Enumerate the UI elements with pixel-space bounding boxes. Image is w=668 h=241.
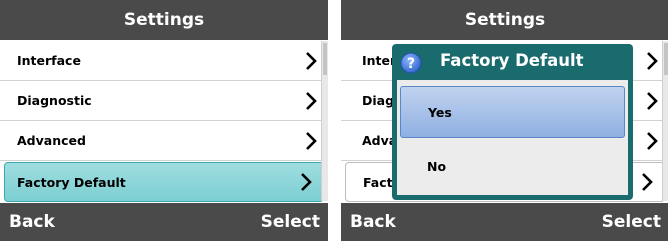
select-button[interactable]: Select [261, 212, 320, 232]
chevron-right-icon [647, 51, 658, 70]
settings-screen-right: Settings Interface Diagnostic Advanced F… [341, 0, 668, 241]
menu-item-label: Advanced [17, 133, 86, 148]
screen-title: Settings [464, 10, 546, 30]
chevron-right-icon [647, 131, 658, 150]
scrollbar-thumb[interactable] [664, 43, 668, 75]
question-icon: ? [400, 52, 422, 74]
chevron-right-icon [306, 51, 317, 70]
chevron-right-icon [642, 173, 653, 191]
menu-item-diagnostic[interactable]: Diagnostic [0, 81, 328, 121]
back-button[interactable]: Back [350, 212, 396, 232]
svg-text:?: ? [407, 56, 415, 72]
dialog-body: Yes No [397, 80, 628, 195]
title-bar: Settings [0, 0, 328, 40]
menu-item-factory-default[interactable]: Factory Default [4, 162, 324, 202]
title-bar: Settings [341, 0, 668, 40]
chevron-right-icon [306, 131, 317, 150]
screen-title: Settings [123, 10, 205, 30]
chevron-right-icon [647, 91, 658, 110]
settings-screen-left: Settings Interface Diagnostic Advanced F… [0, 0, 328, 241]
menu-item-label: Factory Default [17, 174, 126, 190]
menu-item-label: Diagnostic [17, 93, 92, 108]
option-no[interactable]: No [397, 140, 628, 192]
menu-item-label: Interface [17, 53, 81, 68]
scrollbar[interactable] [662, 41, 668, 201]
select-button[interactable]: Select [602, 212, 661, 232]
scrollbar-thumb[interactable] [323, 43, 327, 75]
option-yes[interactable]: Yes [400, 86, 625, 138]
menu-item-advanced[interactable]: Advanced [0, 121, 328, 161]
menu-item-interface[interactable]: Interface [0, 41, 328, 81]
dialog-title: Factory Default [440, 51, 584, 70]
option-label: Yes [428, 104, 452, 120]
chevron-right-icon [301, 173, 312, 191]
back-button[interactable]: Back [9, 212, 55, 232]
factory-default-dialog: ? Factory Default Yes No [392, 44, 633, 200]
scrollbar[interactable] [321, 41, 328, 201]
option-label: No [427, 158, 447, 174]
dialog-header: ? Factory Default [392, 44, 633, 80]
bottom-bar: Back Select [341, 203, 668, 241]
chevron-right-icon [306, 91, 317, 110]
bottom-bar: Back Select [0, 203, 328, 241]
